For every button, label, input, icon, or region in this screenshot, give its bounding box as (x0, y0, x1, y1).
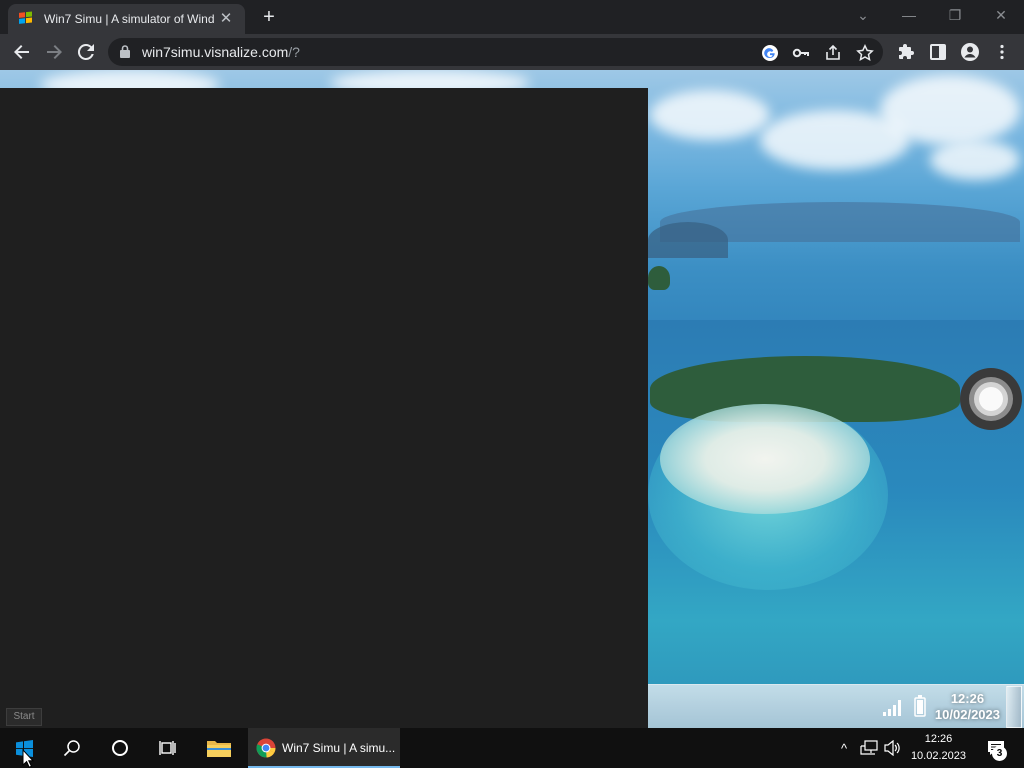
tab-title: Win7 Simu | A simulator of Wind (44, 12, 215, 26)
search-icon (63, 740, 80, 757)
start-tooltip: Start (6, 708, 42, 726)
search-button[interactable] (48, 728, 96, 768)
simulator-taskbar: 12:26 10/02/2023 (648, 684, 1024, 728)
back-button[interactable] (8, 38, 36, 66)
google-icon (762, 45, 778, 61)
folder-icon (207, 741, 231, 757)
chrome-taskbar-button[interactable]: Win7 Simu | A simu... (248, 728, 400, 768)
menu-button[interactable] (988, 38, 1016, 66)
simulator-date: 10/02/2023 (934, 707, 1000, 722)
tab-close-icon[interactable]: ✕ (217, 10, 235, 28)
forward-button[interactable] (40, 38, 68, 66)
side-panel-icon (930, 44, 946, 60)
lock-icon (120, 45, 130, 58)
minimize-button[interactable]: — (894, 4, 924, 26)
url-text: win7simu.visnalize.com/? (142, 44, 300, 60)
cloud (650, 90, 770, 140)
sand-beach (660, 404, 870, 514)
screen: Win7 Simu | A simulator of Wind ✕ + ⌄ — … (0, 0, 1024, 768)
passwords-button[interactable] (790, 42, 812, 64)
back-arrow-icon (14, 45, 29, 59)
tray-overflow-chevron-icon[interactable]: ^ (834, 728, 854, 768)
tray-clock[interactable]: 12:26 10.02.2023 (911, 731, 966, 765)
share-button[interactable] (822, 42, 844, 64)
address-bar[interactable]: win7simu.visnalize.com/? (108, 38, 883, 66)
reload-icon (77, 43, 94, 60)
profile-button[interactable] (956, 38, 984, 66)
simulator-time: 12:26 (950, 691, 985, 706)
file-explorer-button[interactable] (196, 728, 242, 768)
task-view-button[interactable] (144, 728, 192, 768)
tab-search-icon[interactable]: ⌄ (848, 4, 878, 26)
tray-time: 12:26 (924, 733, 953, 745)
cortana-button[interactable] (96, 728, 144, 768)
cortana-circle-icon (112, 740, 128, 756)
url-path: /? (288, 44, 300, 60)
browser-tab[interactable]: Win7 Simu | A simulator of Wind ✕ (8, 4, 245, 34)
taskbar: Win7 Simu | A simu... ^ 12:26 10.02.2023 (0, 728, 1024, 768)
assistive-inner-ring (974, 382, 1008, 416)
assistive-ring (969, 377, 1013, 421)
mouse-cursor-icon (22, 749, 34, 768)
key-icon (792, 48, 809, 58)
assistive-dot (979, 387, 1003, 411)
cloud (880, 75, 1020, 145)
volume-button[interactable] (882, 728, 904, 768)
network-button[interactable] (858, 728, 880, 768)
new-tab-button[interactable]: + (258, 6, 280, 28)
battery-icon[interactable] (914, 695, 926, 717)
assistive-touch-button[interactable] (960, 368, 1022, 430)
side-panel-button[interactable] (924, 38, 952, 66)
network-icon (860, 740, 878, 755)
browser-toolbar: win7simu.visnalize.com/? (0, 34, 1024, 70)
speaker-icon (884, 740, 900, 756)
simulator-panel (0, 88, 648, 728)
tab-strip: Win7 Simu | A simulator of Wind ✕ + ⌄ — … (0, 0, 1024, 34)
reload-button[interactable] (72, 38, 100, 66)
star-icon (856, 44, 874, 61)
cloud (930, 140, 1020, 180)
win7-logo-icon (19, 11, 32, 24)
notification-count-badge: 3 (992, 746, 1007, 761)
restore-button[interactable]: ❐ (940, 4, 970, 26)
close-window-button[interactable]: ✕ (986, 4, 1016, 26)
simulator-show-desktop-button[interactable] (1006, 686, 1022, 728)
url-host: win7simu.visnalize.com (142, 44, 289, 60)
islet (648, 266, 670, 290)
network-signal-icon[interactable] (882, 697, 904, 717)
headland (648, 222, 728, 258)
profile-icon (961, 43, 979, 61)
chrome-icon (256, 738, 276, 758)
tray-date: 10.02.2023 (910, 750, 966, 762)
more-vert-icon (1000, 44, 1004, 60)
simulator-clock[interactable]: 12:26 10/02/2023 (935, 691, 1000, 723)
google-lens-button[interactable] (759, 42, 781, 64)
bookmark-button[interactable] (854, 42, 876, 64)
share-icon (826, 44, 840, 60)
task-view-icon (159, 741, 176, 755)
forward-arrow-icon (47, 45, 62, 59)
extensions-button[interactable] (892, 38, 920, 66)
puzzle-icon (899, 44, 914, 59)
chrome-taskbar-label: Win7 Simu | A simu... (282, 741, 396, 755)
